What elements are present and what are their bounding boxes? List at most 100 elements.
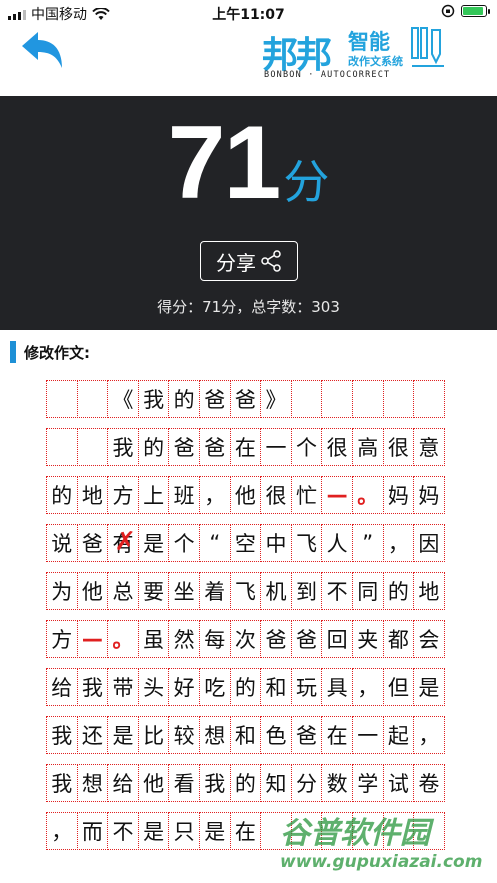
essay-cell: 较 — [168, 716, 200, 754]
score-value: 71 — [167, 105, 282, 221]
essay-cell: 班 — [168, 476, 200, 514]
essay-cell — [46, 380, 78, 418]
share-label: 分享 — [216, 250, 256, 275]
essay-cell: 他 — [229, 476, 262, 514]
essay-cell: 的 — [229, 764, 262, 802]
essay-cell: 很 — [321, 428, 353, 466]
watermark-title: 谷普软件园 — [280, 816, 430, 851]
essay-cell: 虽 — [137, 620, 170, 658]
essay-cell: 数 — [321, 764, 353, 802]
section-accent-bar — [10, 341, 16, 363]
essay-cell — [413, 380, 445, 418]
essay-cell: 妈 — [382, 476, 415, 514]
essay-cell: 和 — [229, 716, 262, 754]
essay-row: 我的爸爸在一个很高很意 — [46, 428, 457, 466]
essay-cell: 是 — [198, 812, 231, 850]
essay-cell: 还 — [76, 716, 109, 754]
essay-cell: 爸 — [198, 428, 231, 466]
essay-cell: 的 — [137, 428, 170, 466]
essay-cell: 方 — [46, 620, 78, 658]
essay-cell: 我 — [76, 668, 109, 706]
essay-cell: 地 — [76, 476, 109, 514]
essay-cell: — — [321, 476, 353, 514]
essay-cell: “ — [198, 524, 231, 562]
essay-cell: 《 — [107, 380, 139, 418]
pencils-icon — [411, 27, 444, 67]
essay-cell: 飞 — [290, 524, 323, 562]
essay-row: 《我的爸爸》 — [46, 380, 457, 418]
essay-cell: 带 — [107, 668, 139, 706]
essay-cell: ， — [46, 812, 78, 850]
essay-cell: 要 — [137, 572, 170, 610]
essay-cell: 。 — [351, 476, 384, 514]
essay-cell: 》 — [260, 380, 292, 418]
essay-cell: 的 — [229, 668, 262, 706]
essay-cell: 给 — [107, 764, 139, 802]
essay-cell: 因 — [413, 524, 445, 562]
essay-cell: 个 — [290, 428, 323, 466]
essay-cell: 想 — [76, 764, 109, 802]
essay-cell: 玩 — [290, 668, 323, 706]
essay-row: 的地方上班，他很忙 —。妈妈 — [46, 476, 457, 514]
essay-cell: 学 — [351, 764, 384, 802]
essay-cell: 爸 — [290, 620, 323, 658]
orientation-lock-icon — [441, 4, 455, 18]
essay-row: 给我带头好吃的和玩具，但是 — [46, 668, 457, 706]
essay-row: 我还是比较想和色爸在一起， — [46, 716, 457, 754]
essay-cell: ， — [382, 524, 415, 562]
essay-cell: ， — [351, 668, 384, 706]
essay-cell: 机 — [260, 572, 292, 610]
essay-cell: 卷 — [413, 764, 445, 802]
essay-cell: 会 — [413, 620, 445, 658]
essay-cell: 到 — [290, 572, 323, 610]
essay-cell — [76, 380, 109, 418]
essay-cell: 说 — [46, 524, 78, 562]
essay-cell: 而 — [76, 812, 109, 850]
essay-cell: 方 — [107, 476, 139, 514]
essay-cell: ” — [351, 524, 384, 562]
essay-cell: 高 — [351, 428, 384, 466]
essay-cell: 和 — [260, 668, 292, 706]
score-display: 71分 — [0, 104, 497, 223]
essay-cell — [351, 380, 384, 418]
essay-cell: 比 — [137, 716, 170, 754]
essay-cell: 想 — [198, 716, 231, 754]
essay-cell: 爸 — [168, 428, 200, 466]
essay-cell: 是 — [137, 524, 170, 562]
essay-cell: 夹 — [351, 620, 384, 658]
essay-cell: 他 — [137, 764, 170, 802]
status-bar: 中国移动 上午11:07 — [0, 0, 497, 26]
essay-row: 我想给他看我的知分数学试卷 — [46, 764, 457, 802]
essay-cell — [76, 428, 109, 466]
score-summary: 得分：71分，总字数：303 — [157, 298, 340, 316]
essay-cell: 是 — [137, 812, 170, 850]
essay-cell: 次 — [229, 620, 262, 658]
essay-cell: 不 — [107, 812, 139, 850]
essay-cell: 试 — [382, 764, 415, 802]
essay-cell: 同 — [351, 572, 384, 610]
status-right — [441, 4, 490, 18]
essay-cell: 意 — [413, 428, 445, 466]
essay-cell: 起 — [382, 716, 415, 754]
essay-cell: 在 — [321, 716, 353, 754]
back-arrow-icon[interactable] — [20, 30, 66, 72]
essay-cell: 知 — [260, 764, 292, 802]
essay-cell: 妈 — [413, 476, 445, 514]
score-panel: 71分 分享 得分：71分，总字数：303 — [0, 96, 497, 330]
essay-cell: 具 — [321, 668, 353, 706]
essay-cell: 我 — [198, 764, 231, 802]
essay-cell: 他 — [76, 572, 109, 610]
essay-row: 说爸有是个“空中飞人”，因 — [46, 524, 457, 562]
essay-cell: 上 — [137, 476, 170, 514]
essay-grid: 《我的爸爸》我的爸爸在一个很高很意的地方上班，他很忙—。妈妈说爸有是个“空中飞人… — [46, 380, 457, 860]
essay-cell: 好 — [168, 668, 200, 706]
essay-cell: 然 — [168, 620, 200, 658]
essay-cell: 地 — [413, 572, 445, 610]
essay-cell: 给 — [46, 668, 78, 706]
essay-cell: 的 — [168, 380, 200, 418]
essay-cell: 色 — [260, 716, 292, 754]
essay-cell: 爸 — [76, 524, 109, 562]
battery-icon — [461, 5, 490, 17]
share-button[interactable]: 分享 — [200, 241, 298, 281]
essay-cell: 爸 — [260, 620, 292, 658]
